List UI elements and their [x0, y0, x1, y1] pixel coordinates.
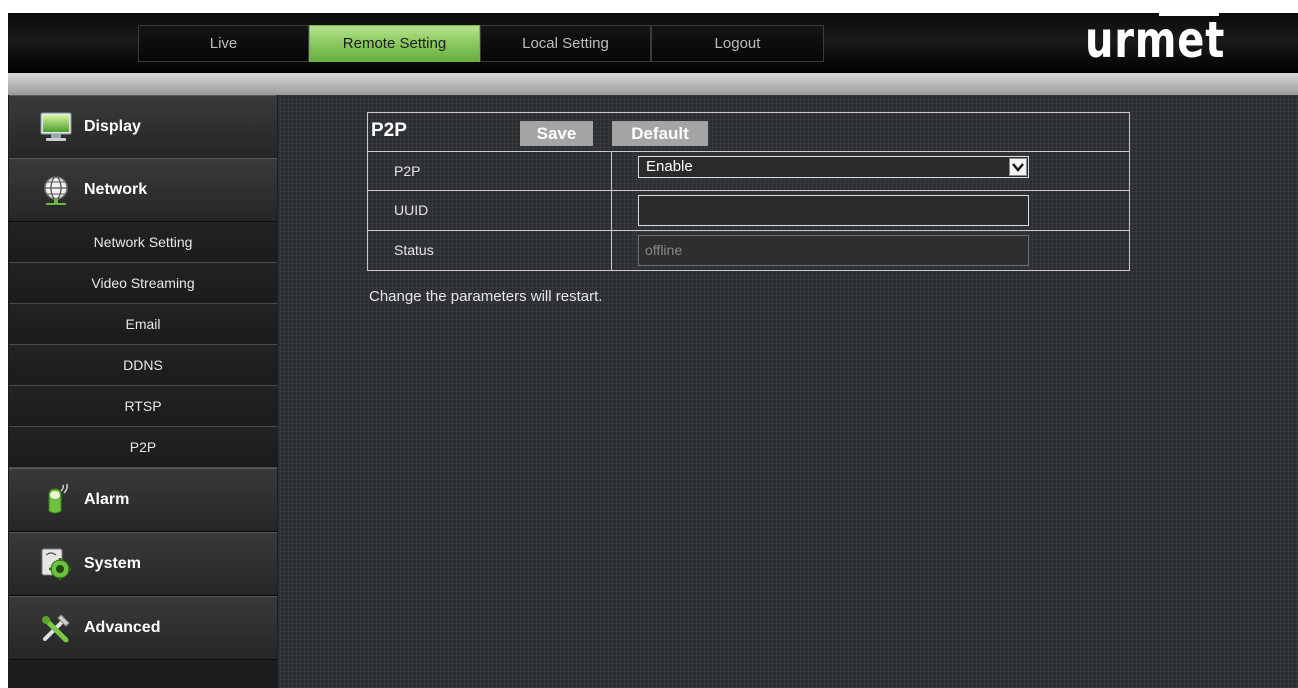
- sidebar-section-label: Alarm: [84, 491, 130, 508]
- sidebar-section-label: Network: [84, 181, 148, 198]
- panel-header: P2P Save Default: [368, 113, 1129, 152]
- uuid-input[interactable]: [638, 195, 1029, 226]
- sidebar-item-rtsp[interactable]: RTSP: [9, 386, 277, 427]
- p2p-select[interactable]: Enable: [638, 156, 1029, 178]
- form-row-uuid: UUID: [368, 191, 1129, 231]
- p2p-settings-panel: P2P Save Default P2P Enable UUID Status …: [367, 112, 1130, 271]
- header-divider-strip: [8, 73, 1298, 95]
- sidebar-section-alarm[interactable]: Alarm: [9, 468, 277, 532]
- sidebar-section-display[interactable]: Display: [9, 95, 277, 159]
- form-row-p2p: P2P Enable: [368, 152, 1129, 191]
- tab-live[interactable]: Live: [138, 25, 309, 62]
- top-nav-bar: Live Remote Setting Local Setting Logout…: [8, 11, 1298, 73]
- sidebar-section-system[interactable]: System: [9, 532, 277, 596]
- tab-remote-setting[interactable]: Remote Setting: [309, 25, 480, 62]
- sidebar-section-label: Advanced: [84, 619, 161, 636]
- uuid-label: UUID: [368, 191, 612, 230]
- panel-title: P2P: [371, 120, 407, 141]
- sidebar-section-advanced[interactable]: Advanced: [9, 596, 277, 660]
- p2p-value-cell: Enable: [613, 152, 1129, 190]
- status-label: Status: [368, 231, 612, 270]
- sidebar-item-network-setting[interactable]: Network Setting: [9, 222, 277, 263]
- system-gear-icon: [39, 547, 73, 581]
- sidebar-item-video-streaming[interactable]: Video Streaming: [9, 263, 277, 304]
- uuid-value-cell: [613, 191, 1129, 230]
- default-button[interactable]: Default: [612, 121, 708, 146]
- tab-logout[interactable]: Logout: [651, 25, 824, 62]
- globe-icon: [39, 173, 73, 207]
- tab-local-setting[interactable]: Local Setting: [480, 25, 651, 62]
- status-field: offline: [638, 235, 1029, 266]
- tools-icon: [39, 611, 73, 645]
- status-value-cell: offline: [613, 231, 1129, 270]
- restart-note: Change the parameters will restart.: [369, 288, 603, 305]
- sidebar-section-label: System: [84, 555, 141, 572]
- p2p-select-value: Enable: [646, 158, 693, 175]
- save-button[interactable]: Save: [520, 121, 593, 146]
- sidebar: Display Network Network Setting Video St…: [8, 95, 278, 688]
- sidebar-item-email[interactable]: Email: [9, 304, 277, 345]
- p2p-label: P2P: [368, 152, 612, 190]
- sidebar-section-label: Display: [84, 118, 141, 135]
- monitor-icon: [39, 110, 73, 144]
- brand-logo: urmet: [1085, 11, 1226, 69]
- sidebar-item-ddns[interactable]: DDNS: [9, 345, 277, 386]
- chevron-down-icon[interactable]: [1009, 158, 1027, 176]
- alarm-sensor-icon: [39, 483, 73, 517]
- form-row-status: Status offline: [368, 231, 1129, 270]
- sidebar-item-p2p[interactable]: P2P: [9, 427, 277, 468]
- sidebar-section-network[interactable]: Network: [9, 158, 277, 222]
